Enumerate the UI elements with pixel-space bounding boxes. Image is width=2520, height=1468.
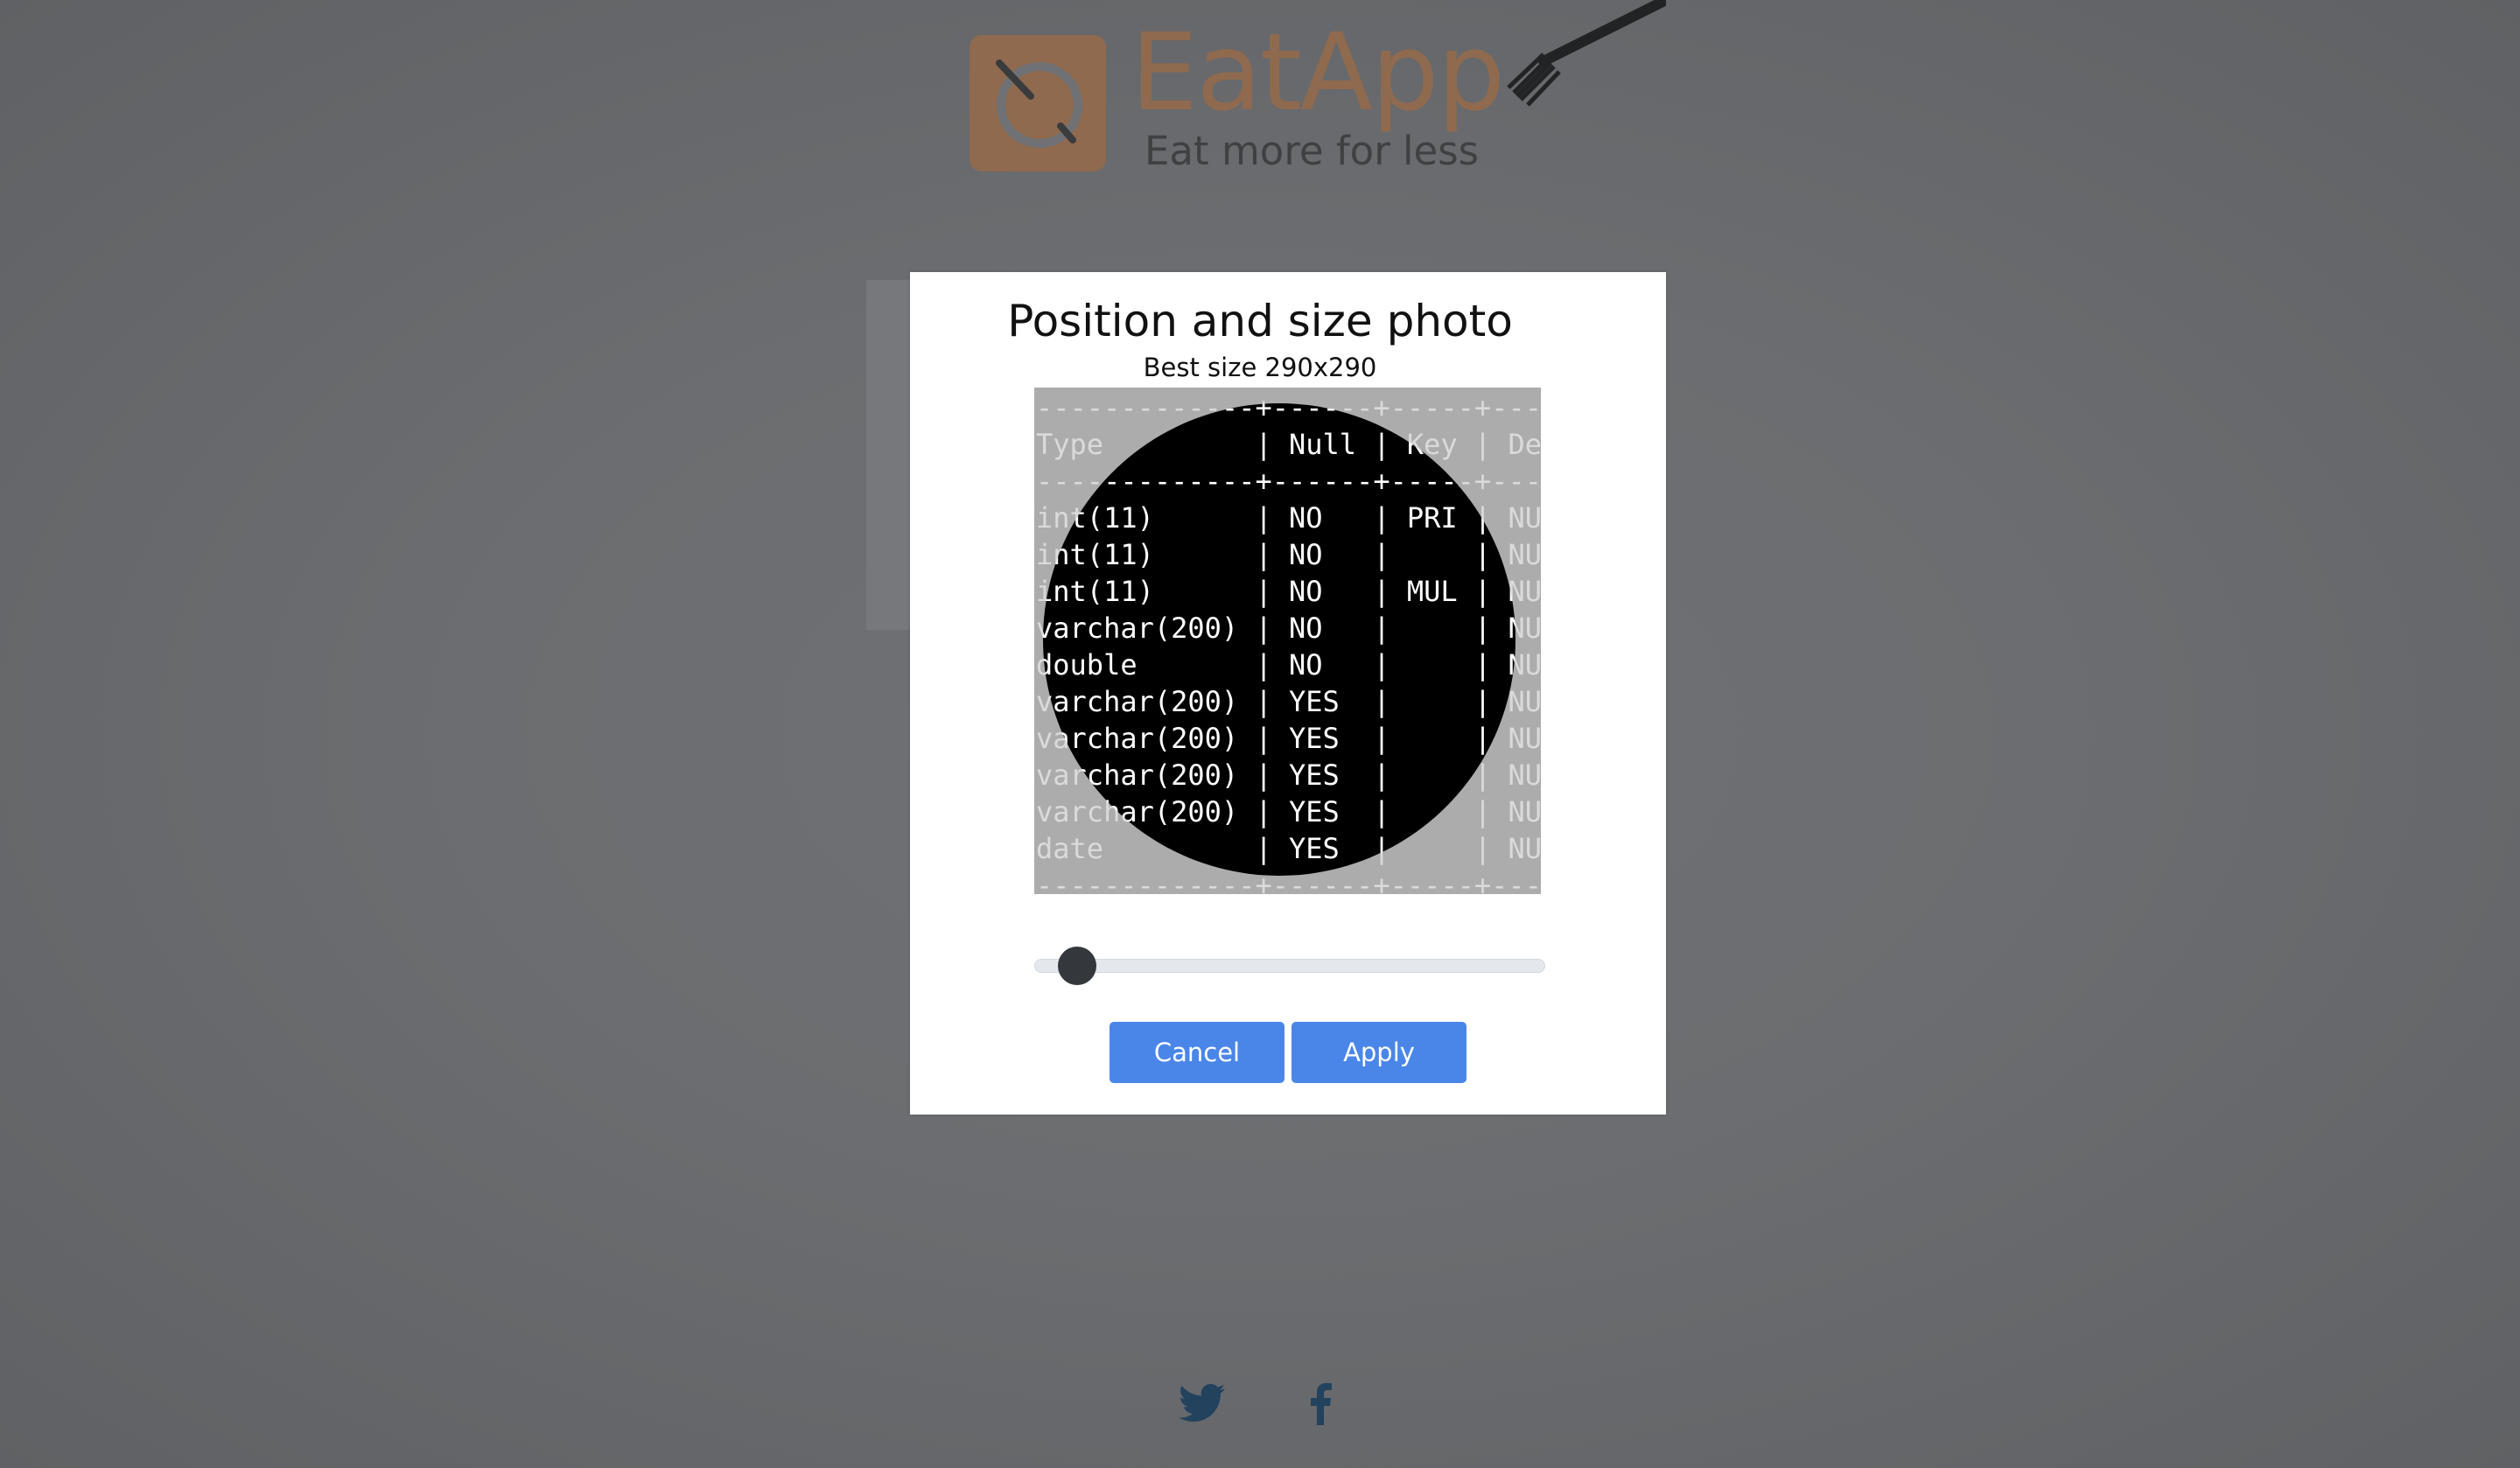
zoom-slider[interactable] [1034, 947, 1545, 985]
plate-icon [996, 59, 1082, 148]
uploaded-photo[interactable]: -------------+------+-----+------- Type … [1034, 388, 1541, 894]
photo-crop-area[interactable]: -------------+------+-----+------- Type … [1034, 388, 1541, 894]
dialog-title: Position and size photo [1007, 296, 1513, 346]
photo-table-text: -------------+------+-----+------- Type … [1036, 391, 1541, 894]
dialog-subtitle: Best size 290x290 [1143, 353, 1377, 382]
logo-tagline: Eat more for less [1144, 128, 1480, 174]
fork-icon [1507, 0, 1666, 107]
logo-name: EatApp [1130, 10, 1505, 135]
apply-button[interactable]: Apply [1292, 1022, 1466, 1083]
zoom-slider-track[interactable] [1034, 959, 1545, 973]
twitter-icon[interactable] [1176, 1378, 1228, 1430]
eatapp-logo: EatApp Eat more for less [966, 0, 1666, 184]
facebook-icon[interactable] [1295, 1378, 1348, 1430]
logo-mark [970, 35, 1106, 171]
zoom-slider-thumb[interactable] [1058, 947, 1096, 985]
cancel-button[interactable]: Cancel [1110, 1022, 1284, 1083]
